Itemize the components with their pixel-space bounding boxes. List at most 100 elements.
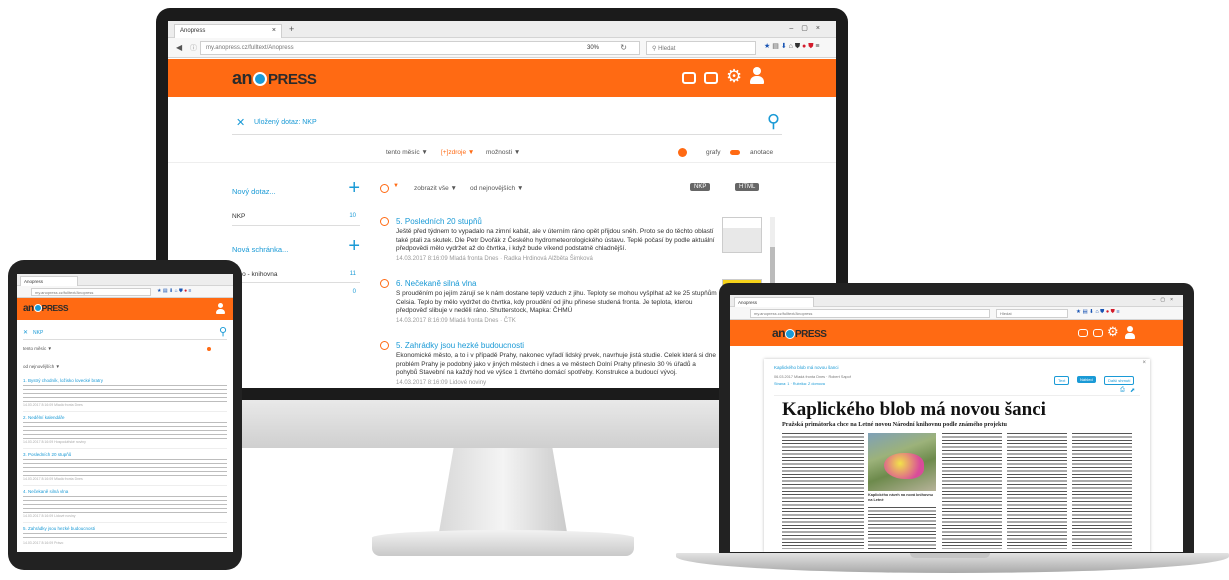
laptop-notch [910, 553, 990, 558]
laptop-clipboard-icon[interactable] [1078, 329, 1088, 337]
tablet-result-item[interactable]: 5. Zahrádky jsou hezké budoucnosti 14.03… [23, 526, 227, 546]
clipboard-icon[interactable] [682, 72, 696, 84]
tablet-search-icon[interactable]: ⚲ [219, 325, 227, 338]
new-folder-link[interactable]: Nová schránka... [232, 245, 288, 254]
result-radio[interactable] [380, 279, 389, 288]
bookmark-star-icon[interactable]: ★ [764, 43, 770, 50]
tablet-user-icon[interactable] [216, 303, 225, 315]
shield-icon[interactable]: ⛊ [795, 43, 800, 50]
tag-nkp[interactable]: NKP [690, 183, 711, 191]
anopress-logo[interactable]: an PRESS [232, 68, 317, 89]
result-title[interactable]: 5. Zahrádky jsou hezké budoucnosti [396, 341, 718, 350]
newspaper-column [868, 507, 936, 549]
tablet-period-filter[interactable]: tento měsíc ▼ [23, 346, 52, 351]
article-link-title[interactable]: Kaplického blob má novou šanci [774, 365, 839, 370]
add-query-icon[interactable]: + [348, 177, 360, 200]
graphs-toggle-icon[interactable] [678, 148, 687, 157]
url-field[interactable]: my.anopress.cz/fulltext/Anopress 30% ↻ [200, 41, 640, 55]
sidebar-query-item[interactable]: NKP [232, 213, 245, 220]
tablet-result-title[interactable]: 2. Nedělní kalendáře [23, 415, 227, 420]
adblock-icon[interactable]: ● [802, 43, 806, 50]
window-controls[interactable]: –▢× [789, 24, 828, 32]
result-radio[interactable] [380, 217, 389, 226]
tablet-result-title[interactable]: 1. Bystrý chodník, ložisko lovecké bratr… [23, 378, 227, 383]
add-folder-icon[interactable]: + [348, 235, 360, 258]
laptop-gear-icon[interactable]: ⚙ [1107, 324, 1119, 340]
sidebar-query-count: 10 [349, 213, 356, 219]
article-panel: × Kaplického blob má novou šanci 06.03.2… [764, 359, 1150, 552]
tablet-browser-tab[interactable]: Anopress [20, 276, 78, 286]
clear-query-icon[interactable]: ✕ [236, 116, 245, 129]
select-dropdown-icon[interactable]: ▼ [393, 183, 399, 189]
tablet-result-lines [23, 422, 227, 440]
newspaper-scan[interactable]: Kaplického blob má novou šanci Pražská p… [774, 399, 1140, 549]
text-view-button[interactable]: Text [1054, 376, 1070, 385]
tablet-tab-bar: Anopress [17, 274, 233, 286]
tablet-annotations-icon[interactable] [207, 347, 211, 351]
result-radio[interactable] [380, 341, 389, 350]
annotations-toggle-icon[interactable] [730, 150, 740, 155]
logo-right: PRESS [268, 71, 317, 88]
period-filter[interactable]: tento měsíc ▼ [386, 149, 428, 156]
gear-icon[interactable]: ⚙ [726, 66, 742, 87]
zoom-level[interactable]: 30% [587, 45, 599, 51]
tablet-result-item[interactable]: 4. Nečekaně silná vlna 14.03.2017 8:16:0… [23, 489, 227, 523]
menu-icon[interactable]: ≡ [815, 43, 819, 50]
close-tab-icon[interactable]: × [272, 27, 276, 34]
laptop-folder-icon[interactable] [1093, 329, 1103, 337]
tablet-result-item[interactable]: 3. Posledních 20 stupňů 14.03.2017 8:16:… [23, 452, 227, 486]
browser-tab[interactable]: Anopress × [174, 24, 282, 38]
article-close-icon[interactable]: × [1142, 360, 1146, 366]
back-icon[interactable]: ◀ [176, 43, 182, 52]
scan-view-button[interactable]: Náhled [1077, 376, 1096, 383]
folder-icon[interactable] [704, 72, 718, 84]
select-all-radio[interactable] [380, 184, 389, 193]
tablet-sort-dropdown[interactable]: od nejnovějších ▼ [23, 364, 60, 369]
tablet-result-title[interactable]: 5. Zahrádky jsou hezké budoucnosti [23, 526, 227, 531]
library-icon[interactable]: ▤ [772, 43, 779, 50]
result-item[interactable]: 5. Zahrádky jsou hezké budoucnosti Ekono… [380, 341, 760, 386]
tag-html[interactable]: HTML [735, 183, 760, 191]
tablet-query-bar[interactable]: ✕ NKP ⚲ [23, 325, 227, 340]
laptop-logo[interactable]: an PRESS [772, 326, 827, 340]
result-title[interactable]: 5. Posledních 20 stupňů [396, 217, 718, 226]
sidebar-folder-count: 0 [352, 289, 356, 295]
query-bar[interactable]: ✕ Uložený dotaz: NKP ⚲ [232, 111, 782, 135]
sort-dropdown[interactable]: od nejnovějších ▼ [470, 185, 523, 192]
result-item[interactable]: 6. Nečekaně silná vlna S prouděním po je… [380, 279, 762, 324]
reload-icon[interactable]: ↻ [620, 43, 627, 52]
options-filter[interactable]: možnosti ▼ [486, 149, 520, 156]
query-search-icon[interactable]: ⚲ [767, 111, 780, 132]
tablet-result-item[interactable]: 1. Bystrý chodník, ložisko lovecké bratr… [23, 378, 227, 412]
print-icon[interactable]: ⎙ [1120, 387, 1125, 394]
sources-filter[interactable]: [+]zdroje ▼ [441, 149, 474, 156]
laptop-url-field[interactable]: my.anopress.cz/fulltext/Anopress [750, 309, 990, 318]
user-icon[interactable] [750, 67, 764, 85]
tablet-logo[interactable]: an PRESS [23, 303, 69, 314]
tablet-result-lines [23, 533, 227, 541]
browser-search-field[interactable]: ⚲ Hledat [646, 41, 756, 55]
show-all-dropdown[interactable]: zobrazit vše ▼ [414, 185, 457, 192]
tablet-result-title[interactable]: 3. Posledních 20 stupňů [23, 452, 227, 457]
home-icon[interactable]: ⌂ [789, 43, 793, 50]
newspaper-column [782, 433, 864, 549]
tablet-url-field[interactable]: my.anopress.cz/fulltext/Anopress [31, 288, 151, 296]
laptop-search-field[interactable]: Hledat [996, 309, 1068, 318]
new-query-link[interactable]: Nový dotaz... [232, 187, 276, 196]
laptop-user-icon[interactable] [1125, 326, 1135, 339]
tablet-logo-right: PRESS [41, 303, 69, 313]
result-snippet: Ještě před týdnem to vypadalo na zimní k… [396, 228, 715, 252]
similar-button[interactable]: Další shrnutí [1104, 376, 1135, 385]
result-item[interactable]: 5. Posledních 20 stupňů Ještě před týdne… [380, 217, 762, 262]
tablet-clear-icon[interactable]: ✕ [23, 329, 28, 336]
extension-icon[interactable]: ⛊ [808, 43, 813, 50]
download-icon[interactable]: ⬇ [781, 43, 787, 50]
laptop-browser-tab[interactable]: Anopress [734, 297, 814, 307]
new-tab-icon[interactable]: + [289, 24, 294, 34]
laptop-window-controls[interactable]: –▢× [1153, 297, 1178, 303]
export-icon[interactable]: ⬈ [1130, 387, 1135, 394]
tablet-result-item[interactable]: 2. Nedělní kalendáře 14.03.2017 8:16:09 … [23, 415, 227, 449]
result-thumbnail[interactable] [722, 217, 762, 253]
tablet-result-title[interactable]: 4. Nečekaně silná vlna [23, 489, 227, 494]
result-title[interactable]: 6. Nečekaně silná vlna [396, 279, 718, 288]
